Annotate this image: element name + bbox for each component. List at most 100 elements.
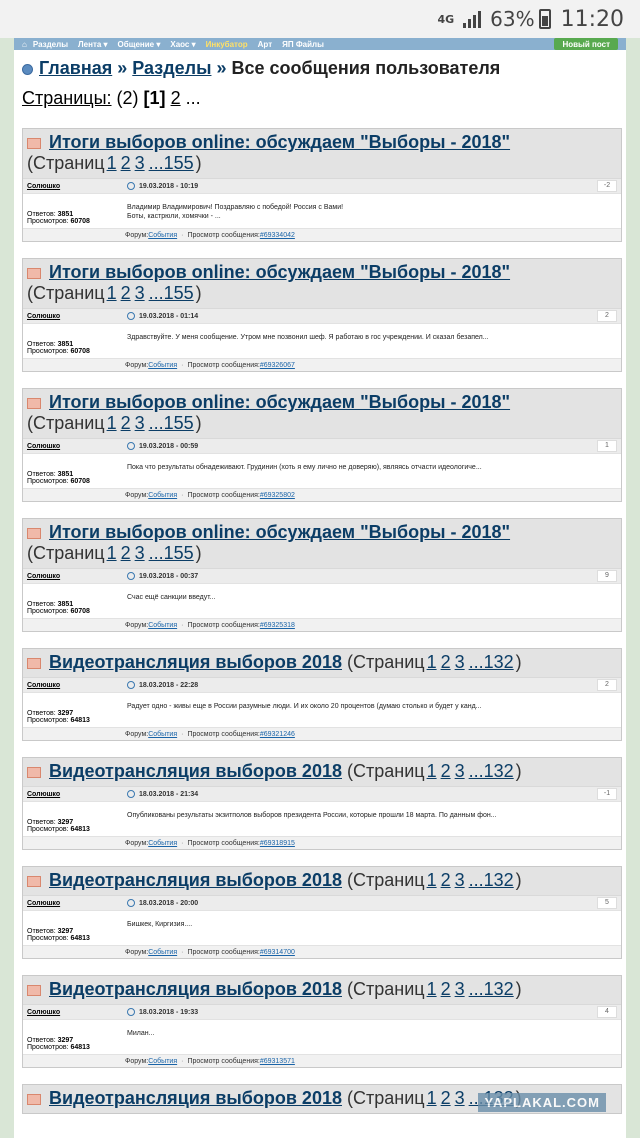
message-link[interactable]: #69318915 bbox=[260, 840, 295, 847]
pagination-next-link[interactable]: 2 bbox=[171, 88, 181, 108]
post-rating: 1 bbox=[597, 440, 617, 452]
topic-page-link[interactable]: 2 bbox=[441, 979, 451, 999]
forum-link[interactable]: События bbox=[148, 622, 177, 629]
topic-page-link[interactable]: 1 bbox=[427, 1088, 437, 1108]
post-anchor-icon[interactable] bbox=[127, 1008, 135, 1016]
topic-page-link[interactable]: 1 bbox=[107, 283, 117, 303]
topic-page-link[interactable]: ...132 bbox=[469, 870, 514, 890]
topic-page-link[interactable]: ...155 bbox=[149, 153, 194, 173]
message-link[interactable]: #69313571 bbox=[260, 1058, 295, 1065]
topic-title-link[interactable]: Итоги выборов online: обсуждаем "Выборы … bbox=[49, 132, 510, 152]
topic-page-link[interactable]: 2 bbox=[121, 543, 131, 563]
post-anchor-icon[interactable] bbox=[127, 681, 135, 689]
post-anchor-icon[interactable] bbox=[127, 572, 135, 580]
nav-item-feed[interactable]: Лента ▾ bbox=[78, 40, 108, 49]
topic-title-link[interactable]: Видеотрансляция выборов 2018 bbox=[49, 870, 342, 890]
message-link[interactable]: #69334042 bbox=[260, 232, 295, 239]
message-link[interactable]: #69325318 bbox=[260, 622, 295, 629]
forum-link[interactable]: События bbox=[148, 1058, 177, 1065]
topic-title-link[interactable]: Итоги выборов online: обсуждаем "Выборы … bbox=[49, 262, 510, 282]
nav-item-communication[interactable]: Общение ▾ bbox=[118, 40, 161, 49]
topic-page-link[interactable]: ...155 bbox=[149, 413, 194, 433]
nav-item-chaos[interactable]: Хаос ▾ bbox=[170, 40, 195, 49]
topic-pages-open: (Страниц bbox=[347, 870, 425, 890]
topic-page-link[interactable]: ...132 bbox=[469, 979, 514, 999]
post-anchor-icon[interactable] bbox=[127, 442, 135, 450]
topic-page-link[interactable]: 1 bbox=[427, 761, 437, 781]
topic-pages-close: ) bbox=[195, 413, 202, 433]
author-link[interactable]: Солюшко bbox=[23, 313, 125, 320]
topic-pages-close: ) bbox=[195, 153, 202, 173]
author-link[interactable]: Солюшко bbox=[23, 1009, 125, 1016]
breadcrumb-home-link[interactable]: Главная bbox=[39, 58, 112, 78]
author-link[interactable]: Солюшко bbox=[23, 791, 125, 798]
topic-page-link[interactable]: 3 bbox=[135, 543, 145, 563]
topic-page-link[interactable]: 2 bbox=[121, 153, 131, 173]
topic-stats: Ответов: 3297 Просмотров: 64813 bbox=[23, 1020, 125, 1054]
author-link[interactable]: Солюшко bbox=[23, 443, 125, 450]
breadcrumb-sections-link[interactable]: Разделы bbox=[132, 58, 211, 78]
topic-title-link[interactable]: Видеотрансляция выборов 2018 bbox=[49, 652, 342, 672]
forum-label: Форум: bbox=[125, 948, 149, 956]
topic-page-link[interactable]: 1 bbox=[427, 979, 437, 999]
topic-page-link[interactable]: ...155 bbox=[149, 283, 194, 303]
topic-page-link[interactable]: 1 bbox=[107, 543, 117, 563]
author-link[interactable]: Солюшко bbox=[23, 682, 125, 689]
post-title-row: Видеотрансляция выборов 2018 (Страниц 1 2 3… bbox=[23, 976, 621, 1004]
nav-item-sections[interactable]: Разделы bbox=[33, 40, 68, 49]
post-rating: -2 bbox=[597, 180, 617, 192]
topic-page-link[interactable]: 1 bbox=[427, 870, 437, 890]
topic-page-link[interactable]: 2 bbox=[441, 1088, 451, 1108]
message-link[interactable]: #69326067 bbox=[260, 362, 295, 369]
post-anchor-icon[interactable] bbox=[127, 312, 135, 320]
author-link[interactable]: Солюшко bbox=[23, 900, 125, 907]
post-anchor-icon[interactable] bbox=[127, 790, 135, 798]
topic-page-link[interactable]: ...155 bbox=[149, 543, 194, 563]
topic-page-link[interactable]: 3 bbox=[135, 153, 145, 173]
forum-link[interactable]: События bbox=[148, 949, 177, 956]
replies-label: Ответов: bbox=[27, 1037, 56, 1044]
forum-link[interactable]: События bbox=[148, 492, 177, 499]
views-label: Просмотров: bbox=[27, 935, 69, 942]
topic-page-link[interactable]: ...132 bbox=[469, 652, 514, 672]
topic-page-link[interactable]: 3 bbox=[455, 1088, 465, 1108]
forum-link[interactable]: События bbox=[148, 731, 177, 738]
topic-page-link[interactable]: 3 bbox=[455, 652, 465, 672]
new-post-button[interactable]: Новый пост bbox=[554, 38, 618, 50]
topic-page-link[interactable]: 3 bbox=[135, 283, 145, 303]
topic-page-link[interactable]: 3 bbox=[455, 761, 465, 781]
topic-replies: Ответов: 3297 bbox=[27, 1037, 125, 1044]
forum-link[interactable]: События bbox=[148, 232, 177, 239]
topic-page-link[interactable]: 3 bbox=[135, 413, 145, 433]
topic-page-link[interactable]: 2 bbox=[441, 652, 451, 672]
message-link[interactable]: #69321246 bbox=[260, 731, 295, 738]
post-anchor-icon[interactable] bbox=[127, 182, 135, 190]
topic-page-link[interactable]: 2 bbox=[441, 761, 451, 781]
topic-title-link[interactable]: Видеотрансляция выборов 2018 bbox=[49, 761, 342, 781]
topic-title-link[interactable]: Видеотрансляция выборов 2018 bbox=[49, 979, 342, 999]
message-link[interactable]: #69314700 bbox=[260, 949, 295, 956]
topic-page-link[interactable]: 2 bbox=[121, 283, 131, 303]
forum-link[interactable]: События bbox=[148, 362, 177, 369]
topic-title-link[interactable]: Итоги выборов online: обсуждаем "Выборы … bbox=[49, 392, 510, 412]
topic-page-link[interactable]: 1 bbox=[427, 652, 437, 672]
topic-page-link[interactable]: 1 bbox=[107, 413, 117, 433]
post-anchor-icon[interactable] bbox=[127, 899, 135, 907]
topic-page-link[interactable]: 3 bbox=[455, 870, 465, 890]
topic-page-link[interactable]: ...132 bbox=[469, 761, 514, 781]
author-link[interactable]: Солюшко bbox=[23, 573, 125, 580]
forum-link[interactable]: События bbox=[148, 840, 177, 847]
topic-page-link[interactable]: 3 bbox=[455, 979, 465, 999]
nav-item-art[interactable]: Арт bbox=[258, 40, 272, 49]
topic-title-link[interactable]: Итоги выборов online: обсуждаем "Выборы … bbox=[49, 522, 510, 542]
message-link[interactable]: #69325802 bbox=[260, 492, 295, 499]
topic-page-link[interactable]: 1 bbox=[107, 153, 117, 173]
author-link[interactable]: Солюшко bbox=[23, 183, 125, 190]
nav-item-files[interactable]: ЯП Файлы bbox=[282, 40, 324, 49]
nav-item-incubator[interactable]: Инкубатор bbox=[206, 40, 248, 49]
topic-title-link[interactable]: Видеотрансляция выборов 2018 bbox=[49, 1088, 342, 1108]
topic-page-link[interactable]: 2 bbox=[441, 870, 451, 890]
home-icon[interactable]: ⌂ bbox=[22, 40, 27, 49]
topic-page-link[interactable]: 2 bbox=[121, 413, 131, 433]
topic-stats: Ответов: 3851 Просмотров: 60708 bbox=[23, 194, 125, 228]
